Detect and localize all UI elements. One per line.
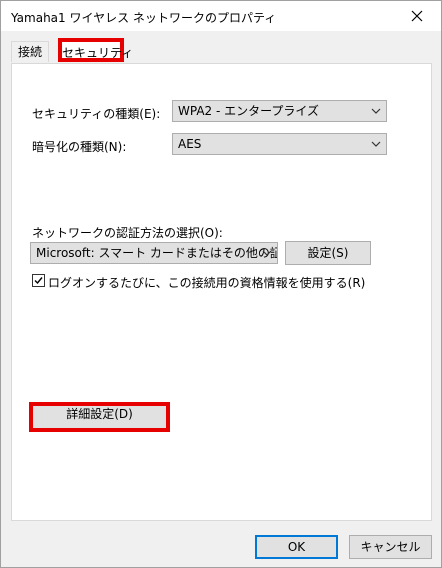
remember-credentials-checkbox[interactable]: [32, 274, 45, 287]
tab-connection[interactable]: 接続: [11, 41, 50, 62]
auth-settings-button[interactable]: 設定(S): [285, 241, 371, 265]
cancel-button[interactable]: キャンセル: [349, 535, 432, 559]
tab-security[interactable]: セキュリティ: [58, 38, 133, 62]
security-type-value: WPA2 - エンタープライズ: [178, 104, 320, 118]
chevron-down-icon: [371, 141, 381, 147]
encryption-type-value: AES: [178, 137, 202, 151]
encryption-type-select[interactable]: AES: [172, 133, 387, 155]
chevron-down-icon: [262, 250, 272, 256]
window-title: Yamaha1 ワイヤレス ネットワークのプロパティ: [11, 11, 277, 25]
encryption-type-label: 暗号化の種類(N):: [32, 140, 127, 154]
security-panel: [11, 63, 432, 521]
close-button[interactable]: [397, 1, 437, 31]
security-type-label: セキュリティの種類(E):: [32, 107, 161, 121]
auth-method-select[interactable]: Microsoft: スマート カードまたはその他の証明書: [30, 242, 278, 264]
auth-method-value: Microsoft: スマート カードまたはその他の証明書: [36, 246, 277, 260]
title-bar: Yamaha1 ワイヤレス ネットワークのプロパティ: [1, 1, 441, 31]
advanced-settings-button[interactable]: 詳細設定(D): [29, 402, 170, 432]
remember-credentials-label[interactable]: ログオンするたびに、この接続用の資格情報を使用する(R): [48, 274, 365, 291]
close-icon: [411, 10, 423, 22]
checkmark-icon: [34, 277, 43, 285]
properties-dialog: Yamaha1 ワイヤレス ネットワークのプロパティ 接続 セキュリティ セキュ…: [0, 0, 442, 568]
auth-method-label: ネットワークの認証方法の選択(O):: [32, 226, 223, 240]
security-type-select[interactable]: WPA2 - エンタープライズ: [172, 100, 387, 122]
ok-button[interactable]: OK: [255, 535, 338, 559]
chevron-down-icon: [371, 108, 381, 114]
